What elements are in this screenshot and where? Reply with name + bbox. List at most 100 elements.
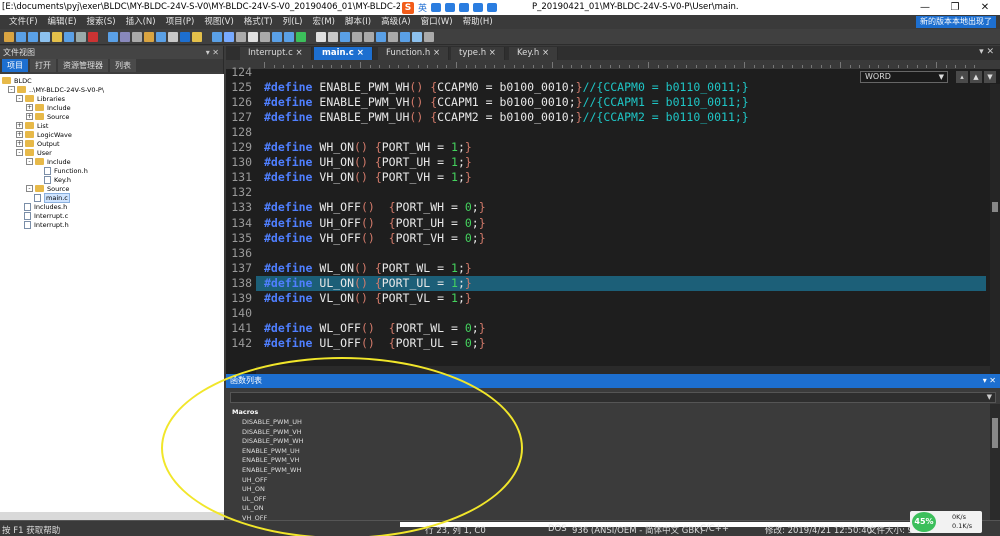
collapse-icon[interactable]: -: [8, 86, 15, 93]
menu-item[interactable]: 搜索(S): [82, 16, 121, 28]
ftp-icon[interactable]: [352, 32, 362, 42]
function-list-controls[interactable]: ▾ ✕: [983, 374, 996, 388]
save-icon[interactable]: [28, 32, 38, 42]
collapse-icon[interactable]: -: [26, 185, 33, 192]
ime-mode-label[interactable]: 英: [418, 1, 427, 14]
network-speed-widget[interactable]: 45% 0K/s 0.1K/s: [910, 511, 982, 533]
copy-icon[interactable]: [108, 32, 118, 42]
tree-node[interactable]: + LogicWave: [16, 130, 72, 139]
outdent-icon[interactable]: [224, 32, 234, 42]
ime-toolbar[interactable]: S 英: [400, 0, 530, 15]
panel-tab[interactable]: 项目: [2, 59, 28, 72]
menu-item[interactable]: 脚本(I): [340, 16, 376, 28]
editor-vertical-scrollbar[interactable]: [990, 84, 1000, 374]
mic-icon[interactable]: [445, 3, 456, 12]
menu-item[interactable]: 视图(V): [199, 16, 238, 28]
function-list-item[interactable]: DISABLE_PWM_VH: [242, 428, 302, 436]
record-icon[interactable]: [284, 32, 294, 42]
column-icon[interactable]: [316, 32, 326, 42]
search-next-button[interactable]: ▼: [984, 71, 996, 83]
collapse-icon[interactable]: -: [26, 158, 33, 165]
tree-node[interactable]: Key.h: [44, 175, 71, 184]
menu-item[interactable]: 宏(M): [308, 16, 340, 28]
expand-icon[interactable]: +: [16, 140, 23, 147]
status-encoding[interactable]: 936 (ANSI/OEM - 简体中文 GBK): [572, 524, 703, 536]
expand-icon[interactable]: +: [26, 104, 33, 111]
function-list-item[interactable]: DISABLE_PWM_UH: [242, 418, 302, 426]
tree-node[interactable]: - ..\MY-BLDC-24V-S-V0-P\: [8, 85, 104, 94]
tree-node[interactable]: main.c: [34, 192, 70, 203]
save-all-icon[interactable]: [40, 32, 50, 42]
function-list-scrollbar[interactable]: [990, 404, 1000, 520]
tree-node[interactable]: + Include: [26, 103, 71, 112]
close-icon[interactable]: ×: [296, 48, 303, 58]
play-icon[interactable]: [296, 32, 306, 42]
delete-icon[interactable]: [88, 32, 98, 42]
tree-node[interactable]: Function.h: [44, 166, 88, 175]
wrap-icon[interactable]: [248, 32, 258, 42]
menu-item[interactable]: 格式(T): [239, 16, 278, 28]
collapse-icon[interactable]: -: [16, 149, 23, 156]
menu-item[interactable]: 插入(N): [121, 16, 161, 28]
find-icon[interactable]: [156, 32, 166, 42]
menu-item[interactable]: 窗口(W): [416, 16, 458, 28]
tree-node[interactable]: + Output: [16, 139, 60, 148]
scrollbar-thumb[interactable]: [992, 202, 998, 212]
emoji-icon[interactable]: [431, 3, 442, 12]
split-icon[interactable]: [388, 32, 398, 42]
function-list-item[interactable]: ENABLE_PWM_WH: [242, 466, 301, 474]
menu-item[interactable]: 高级(A): [376, 16, 415, 28]
skin-icon[interactable]: [473, 3, 484, 12]
function-list-item[interactable]: UH_OFF: [242, 476, 268, 484]
folder-icon[interactable]: [52, 32, 62, 42]
tree-node[interactable]: + Source: [26, 112, 69, 121]
editor-horizontal-scrollbar[interactable]: [256, 366, 990, 374]
goto-icon[interactable]: [192, 32, 202, 42]
menu-item[interactable]: 项目(P): [161, 16, 200, 28]
open-icon[interactable]: [16, 32, 26, 42]
compare-icon[interactable]: [272, 32, 282, 42]
menu-item[interactable]: 帮助(H): [458, 16, 498, 28]
replace-icon[interactable]: [168, 32, 178, 42]
maximize-button[interactable]: ❐: [940, 0, 970, 15]
tab-key-h[interactable]: Key.h ×: [509, 47, 559, 60]
function-list-item[interactable]: DISABLE_PWM_WH: [242, 437, 304, 445]
tab-main-c[interactable]: main.c ×: [314, 47, 373, 60]
close-icon[interactable]: ×: [489, 48, 496, 58]
scrollbar-thumb[interactable]: [992, 418, 998, 448]
tree-horizontal-scrollbar[interactable]: [0, 512, 224, 520]
undo-icon[interactable]: [132, 32, 142, 42]
search-prev-button[interactable]: ▲: [970, 71, 982, 83]
menu-item[interactable]: 文件(F): [4, 16, 43, 28]
keyboard-icon[interactable]: [459, 3, 470, 12]
tab-function-h[interactable]: Function.h ×: [378, 47, 450, 60]
function-list-item[interactable]: UL_ON: [242, 504, 264, 512]
tree-node[interactable]: - Include: [26, 157, 71, 166]
redo-icon[interactable]: [144, 32, 154, 42]
function-list-item[interactable]: ENABLE_PWM_UH: [242, 447, 300, 455]
function-list-item[interactable]: ENABLE_PWM_VH: [242, 456, 299, 464]
expand-icon[interactable]: +: [16, 122, 23, 129]
help-icon[interactable]: [412, 32, 422, 42]
code-area[interactable]: #define ENABLE_PWM_WH() {CCAPM0 = b0100_…: [256, 69, 986, 366]
toolbox-icon[interactable]: [487, 3, 498, 12]
cut-icon[interactable]: [76, 32, 86, 42]
panel-tab[interactable]: 列表: [110, 59, 136, 72]
tree-node[interactable]: Includes.h: [24, 202, 67, 211]
tree-node[interactable]: Interrupt.h: [24, 220, 69, 229]
update-notice-button[interactable]: 新的版本本地出现了: [916, 16, 996, 28]
function-filter-select[interactable]: ▼: [230, 392, 996, 403]
settings-icon[interactable]: [364, 32, 374, 42]
panel-controls[interactable]: ▾ ✕: [206, 46, 219, 59]
indent-icon[interactable]: [212, 32, 222, 42]
search-expand-button[interactable]: ▴: [956, 71, 968, 83]
hex-icon[interactable]: [328, 32, 338, 42]
status-language[interactable]: C/C++: [700, 524, 729, 534]
expand-icon[interactable]: +: [16, 131, 23, 138]
close-icon[interactable]: ×: [357, 48, 364, 58]
tile-icon[interactable]: [400, 32, 410, 42]
browser-icon[interactable]: [340, 32, 350, 42]
tree-node[interactable]: + List: [16, 121, 48, 130]
close-icon[interactable]: ×: [542, 48, 549, 58]
panel-tab[interactable]: 打开: [30, 59, 56, 72]
